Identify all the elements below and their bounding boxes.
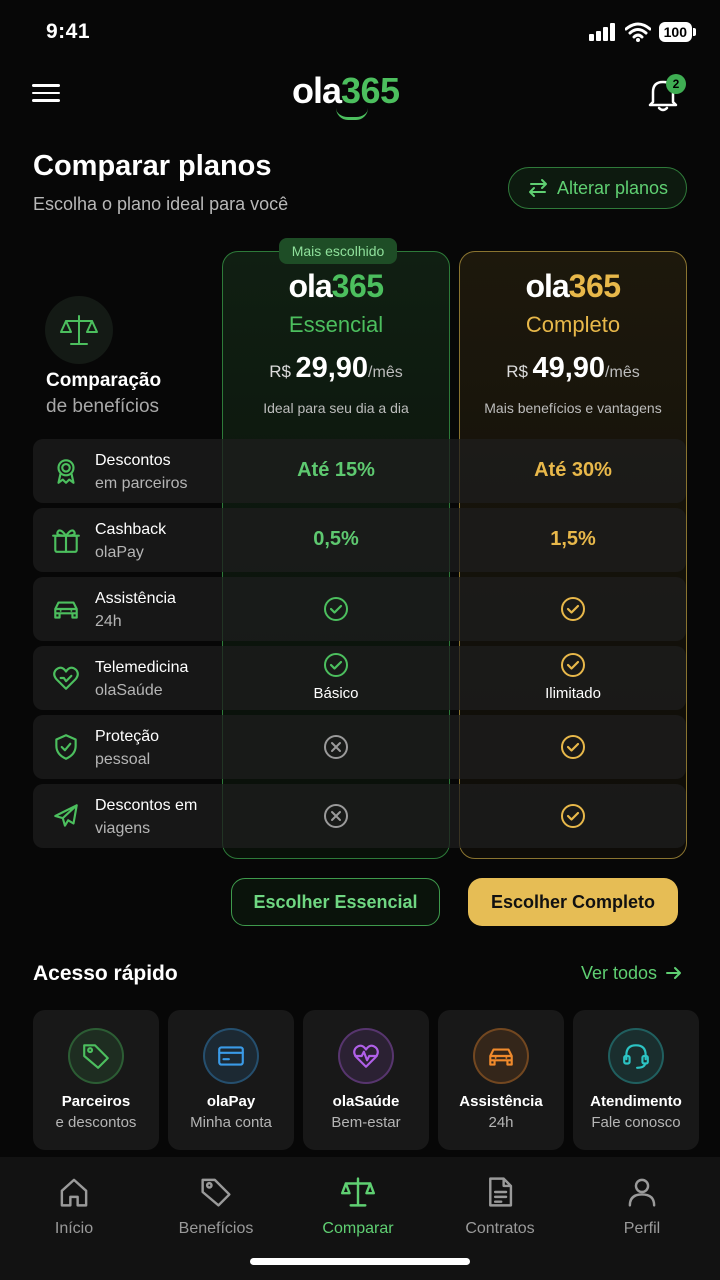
- comparison-subtitle: de benefícios: [46, 396, 160, 417]
- cell-note: Básico: [313, 685, 359, 702]
- shield-check-icon: [48, 729, 84, 765]
- heart-pulse-icon: [338, 1028, 394, 1084]
- cross-icon: [222, 803, 450, 834]
- scale-icon: [60, 315, 98, 345]
- swap-icon: [528, 179, 547, 197]
- row-label: Descontos em parceiros: [95, 452, 188, 492]
- cell-value: Até 30%: [534, 459, 612, 481]
- row-label: Proteção pessoal: [95, 728, 160, 768]
- comparison-icon-circle: [45, 296, 113, 364]
- plan-description-completo: Mais benefícios e vantagens: [484, 400, 662, 416]
- card-icon: [203, 1028, 259, 1084]
- logo-smile-icon: [336, 108, 368, 120]
- plane-icon: [48, 798, 84, 834]
- signal-icon: [588, 23, 615, 41]
- scale-icon: [298, 1175, 418, 1214]
- row-label: Assistência 24h: [95, 590, 176, 630]
- quick-access-card[interactable]: Assistência 24h: [438, 1010, 564, 1150]
- home-indicator: [250, 1258, 470, 1265]
- document-icon: [440, 1175, 560, 1214]
- row-label: Descontos em viagens: [95, 797, 198, 837]
- plan-logo-essencial: ola365: [288, 268, 384, 304]
- nav-item-comparar[interactable]: Comparar: [298, 1175, 418, 1238]
- page-subtitle: Escolha o plano ideal para você: [33, 194, 289, 214]
- check-icon: [459, 734, 687, 765]
- page-title: Comparar planos: [33, 150, 272, 182]
- home-icon: [14, 1175, 134, 1214]
- check-icon: Básico: [222, 652, 450, 702]
- alter-plans-label: Alterar planos: [556, 177, 669, 198]
- check-icon: [459, 803, 687, 834]
- user-icon: [582, 1175, 702, 1214]
- status-icons: 100: [588, 22, 697, 42]
- battery-indicator: 100: [658, 22, 697, 42]
- check-icon: Ilimitado: [459, 652, 687, 702]
- status-time: 9:41: [46, 20, 91, 43]
- status-bar: 9:41 100: [0, 0, 720, 64]
- plan-price-essencial: R$ 29,90/mês: [269, 352, 403, 384]
- arrow-right-icon: [666, 967, 682, 979]
- cell-value: 1,5%: [550, 528, 596, 550]
- choose-completo-button[interactable]: Escolher Completo: [468, 878, 678, 926]
- cross-icon: [222, 734, 450, 765]
- nav-item-início[interactable]: Início: [14, 1175, 134, 1238]
- logo-text: ola: [292, 70, 342, 111]
- quick-access-card[interactable]: olaSaúde Bem-estar: [303, 1010, 429, 1150]
- plan-logo-completo: ola365: [525, 268, 621, 304]
- row-label: Cashback olaPay: [95, 521, 167, 561]
- menu-icon: [32, 84, 60, 87]
- car-icon: [473, 1028, 529, 1084]
- plan-name-essencial: Essencial: [288, 312, 384, 337]
- nav-item-perfil[interactable]: Perfil: [582, 1175, 702, 1238]
- logo-number: 365: [341, 70, 400, 111]
- quick-access-card[interactable]: olaPay Minha conta: [168, 1010, 294, 1150]
- quick-access-title: Acesso rápido: [33, 962, 178, 985]
- comparison-title: Comparação: [46, 370, 162, 391]
- notification-badge: 2: [666, 74, 686, 94]
- most-chosen-badge: Mais escolhido: [279, 238, 397, 264]
- wifi-icon: [624, 22, 651, 42]
- check-icon: [459, 596, 687, 627]
- app-logo: ola 365: [292, 70, 400, 126]
- cell-note: Ilimitado: [545, 685, 601, 702]
- see-all-link[interactable]: Ver todos: [581, 963, 682, 984]
- plan-description-essencial: Ideal para seu dia a dia: [263, 400, 409, 416]
- menu-button[interactable]: [32, 80, 60, 108]
- car-icon: [48, 591, 84, 627]
- headset-icon: [608, 1028, 664, 1084]
- nav-item-benefícios[interactable]: Benefícios: [156, 1175, 276, 1238]
- heart-hand-icon: [48, 660, 84, 696]
- cell-value: 0,5%: [313, 528, 359, 550]
- check-icon: [222, 596, 450, 627]
- quick-access-card[interactable]: Parceiros e descontos: [33, 1010, 159, 1150]
- tag-icon: [68, 1028, 124, 1084]
- quick-access-card[interactable]: Atendimento Fale conosco: [573, 1010, 699, 1150]
- row-label: Telemedicina olaSaúde: [95, 659, 189, 699]
- tag-icon: [156, 1175, 276, 1214]
- plan-name-completo: Completo: [525, 312, 621, 337]
- nav-item-contratos[interactable]: Contratos: [440, 1175, 560, 1238]
- gift-icon: [48, 522, 84, 558]
- plan-price-completo: R$ 49,90/mês: [506, 352, 640, 384]
- award-icon: [48, 453, 84, 489]
- cell-value: Até 15%: [297, 459, 375, 481]
- alter-plans-button[interactable]: Alterar planos: [508, 167, 687, 209]
- choose-essencial-button[interactable]: Escolher Essencial: [231, 878, 440, 926]
